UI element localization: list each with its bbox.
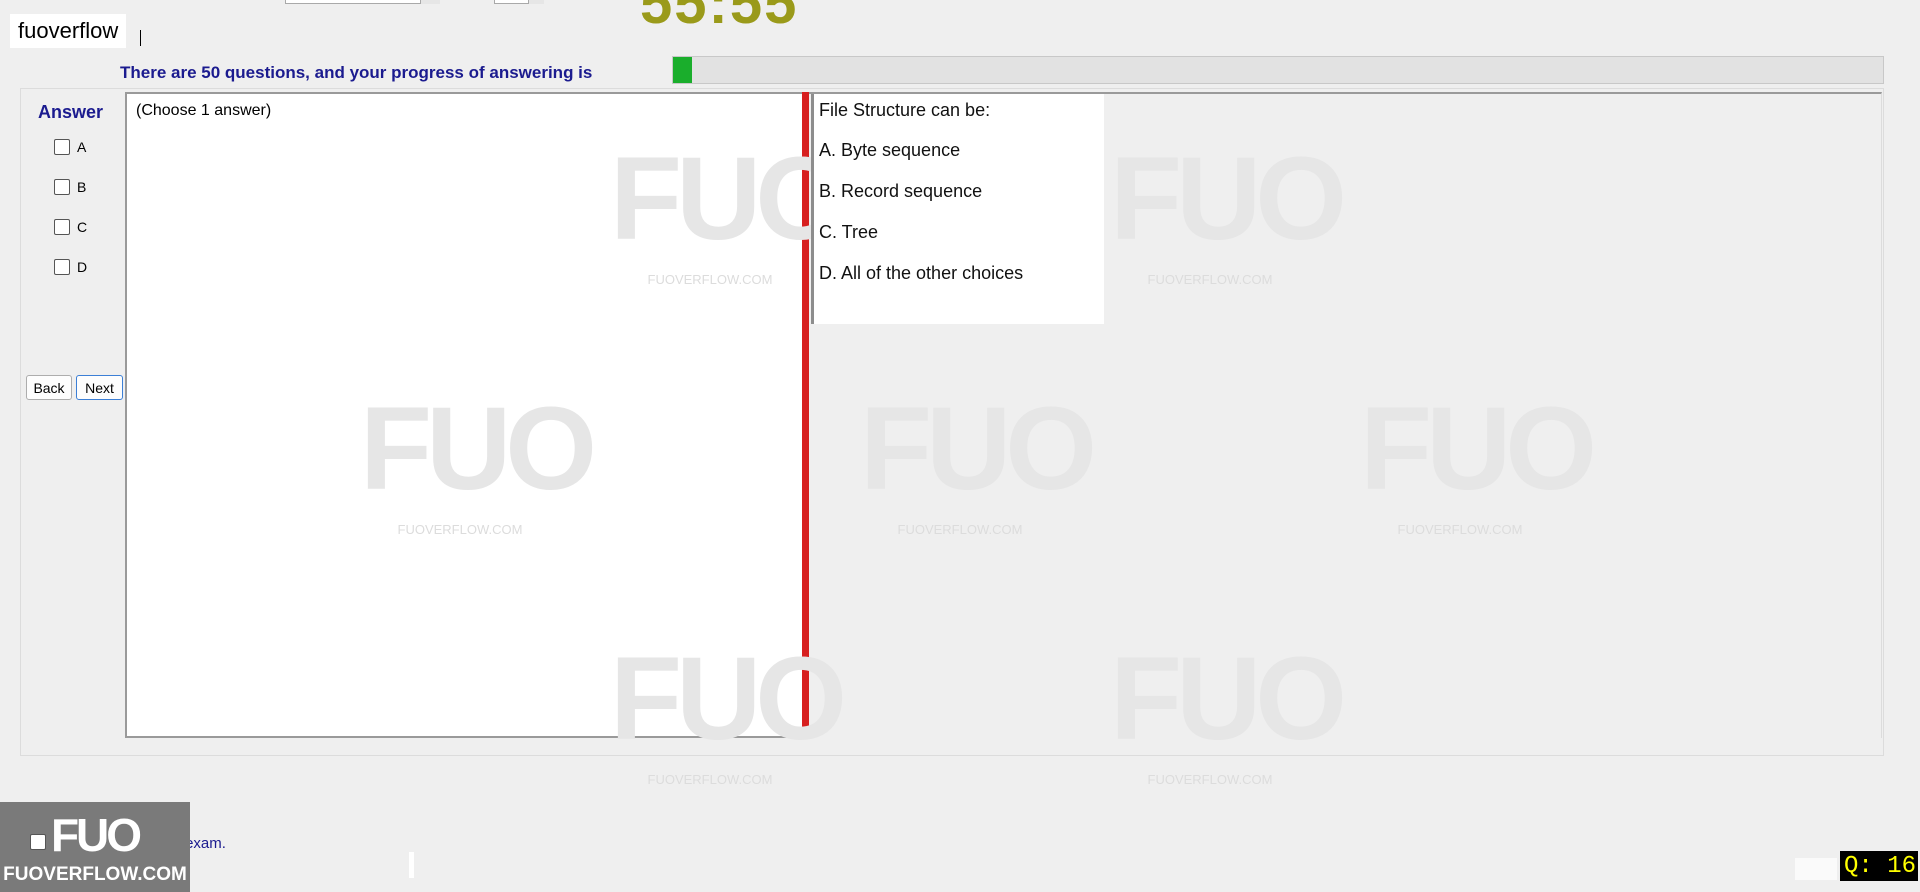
watermark-logo: FUO [610,133,847,265]
choice-c: C. Tree [819,222,879,242]
question-stem: File Structure can be: [819,100,991,120]
checkbox-a[interactable] [54,139,70,155]
option-label-b: B [77,179,87,195]
progress-fill [673,57,693,83]
watermark-logo: FUO [1360,383,1597,515]
fuoverflow-logo: FUO FUOVERFLOW.COM [0,802,190,892]
watermark: FUO FUOVERFLOW.COM [610,133,847,287]
watermark-site: FUOVERFLOW.COM [1147,272,1273,287]
question-text-box: File Structure can be: A. Byte sequence … [811,94,1104,324]
watermark-logo: FUO [610,633,847,765]
watermark: FUO FUOVERFLOW.COM [860,383,1097,537]
logo-site: FUOVERFLOW.COM [3,864,187,885]
watermark-logo: FUO [360,383,597,515]
finish-checkbox-box[interactable] [30,834,46,850]
watermark-site: FUOVERFLOW.COM [1397,522,1523,537]
choice-b: B. Record sequence [819,181,983,201]
status-strip [1795,858,1837,880]
answer-title: Answer [38,102,104,122]
watermark: FUO FUOVERFLOW.COM [1110,133,1347,287]
question-number-badge: Q: 16 [1840,851,1918,881]
small-field-button[interactable] [528,0,544,4]
watermark: FUO FUOVERFLOW.COM [1110,633,1347,787]
watermark-logo: FUO [1110,133,1347,265]
watermark-site: FUOVERFLOW.COM [397,522,523,537]
choose-hint: (Choose 1 answer) [136,102,272,119]
watermark-site: FUOVERFLOW.COM [647,272,773,287]
watermark-logo: FUO [860,383,1097,515]
option-label-a: A [77,139,87,155]
white-tick [409,852,414,878]
answer-option-b[interactable]: B [54,177,86,197]
watermark-label: fuoverflow [10,14,127,48]
combobox-dropdown-button[interactable] [420,0,440,4]
watermark: FUO FUOVERFLOW.COM [610,633,847,787]
finish-exam-checkbox[interactable] [30,834,46,850]
option-label-d: D [77,259,88,275]
choice-d: D. All of the other choices [819,263,1024,283]
text-caret [140,30,141,46]
watermark-logo: FUO [1110,633,1347,765]
checkbox-c[interactable] [54,219,70,235]
watermark-site: FUOVERFLOW.COM [647,772,773,787]
back-button[interactable]: Back [26,375,72,400]
watermark: FUO FUOVERFLOW.COM [360,383,597,537]
checkbox-b[interactable] [54,179,70,195]
answer-option-d[interactable]: D [54,257,87,277]
progress-bar [672,56,1884,84]
watermark-site: FUOVERFLOW.COM [1147,772,1273,787]
watermark-site: FUOVERFLOW.COM [897,522,1023,537]
watermark: FUO FUOVERFLOW.COM [1360,383,1597,537]
top-combobox[interactable] [285,0,440,4]
answer-option-a[interactable]: A [54,137,86,157]
next-button[interactable]: Next [76,375,123,400]
logo-text: FUO [50,809,142,861]
answer-option-c[interactable]: C [54,217,87,237]
timer: 55:55 [640,0,799,36]
checkbox-d[interactable] [54,259,70,275]
progress-text: There are 50 questions, and your progres… [120,63,593,82]
choice-a: A. Byte sequence [819,140,961,160]
option-label-c: C [77,219,88,235]
